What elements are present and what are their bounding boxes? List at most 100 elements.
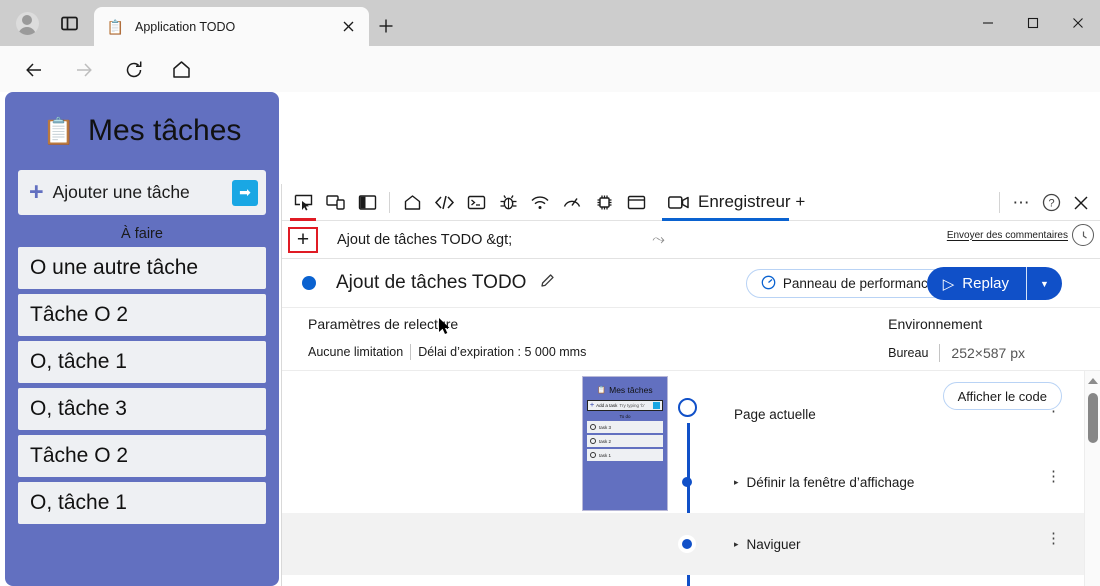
video-camera-icon [668,195,689,209]
new-tab-button[interactable] [374,14,398,38]
expand-triangle-icon[interactable]: ▸ [734,539,739,550]
step-label: Page actuelle [734,407,816,422]
toolbar-divider [389,191,390,213]
add-task-input-row[interactable]: + Ajouter une tâche ➡ [18,170,266,215]
elements-code-icon[interactable] [428,187,460,217]
replay-settings-title: Paramètres de relecture [308,316,459,332]
profile-button[interactable] [10,8,44,38]
minimize-button[interactable] [965,0,1010,46]
export-arrow-icon[interactable]: ⤳ [652,231,665,249]
plus-icon: + [590,402,595,409]
value-divider [939,344,941,362]
thumbnail-list-item: task 1 [587,449,663,461]
step-menu-icon[interactable]: ⋮ [1046,531,1061,546]
sources-debug-bug-icon[interactable] [492,187,524,217]
scroll-up-arrow-icon[interactable] [1085,373,1100,389]
list-item[interactable]: O, tâche 1 [18,341,266,383]
edit-pencil-icon[interactable] [539,272,556,294]
environment-values: Bureau 252×587 px [888,344,1025,362]
thumbnail-item-label: task 2 [599,438,612,444]
thumbnail-item-label: task 1 [599,452,612,458]
replay-dropdown-button[interactable]: ▼ [1027,267,1062,300]
memory-chip-icon[interactable] [588,187,620,217]
environment-viewport-size: 252×587 px [951,345,1025,361]
performance-panel-label: Panneau de performances [782,276,942,291]
device-emulation-icon[interactable] [319,187,351,217]
replay-button-group: ▷ Replay ▼ [926,267,1062,300]
table-row[interactable]: ▸ Naviguer ⋮ [282,513,1100,575]
home-icon[interactable] [168,56,195,83]
thumbnail-go-icon [653,402,660,409]
list-item[interactable]: O, tâche 3 [18,388,266,430]
thumbnail-title: Mes tâches [609,385,653,395]
steps-scrollbar[interactable] [1084,371,1100,586]
list-item[interactable]: Tâche O 2 [18,294,266,336]
dock-side-icon[interactable] [351,187,383,217]
recording-title: Ajout de tâches TODO [336,272,527,293]
replay-settings-group: Paramètres de relecture Aucune limitatio… [308,316,586,360]
thumbnail-list-item: task 3 [587,421,663,433]
welcome-home-icon[interactable] [396,187,428,217]
add-recording-button[interactable]: + [288,226,318,253]
thumbnail-add-label: Add a task [596,403,618,408]
checkbox-circle-icon [590,424,596,430]
list-item[interactable]: Tâche O 2 [18,435,266,477]
performance-panel-button[interactable]: Panneau de performances [745,269,957,298]
back-icon[interactable] [20,56,47,83]
devtools-toolbar: Enregistreur + ⋯ ? [282,184,1100,221]
close-window-button[interactable] [1055,0,1100,46]
tab-actions-icon[interactable] [55,10,83,36]
step-menu-icon[interactable]: ⋮ [1046,469,1061,484]
browser-tab[interactable]: 📋 Application TODO [94,7,369,46]
scrollbar-thumb[interactable] [1088,393,1098,443]
expand-triangle-icon[interactable]: ▸ [734,477,739,488]
performance-gauge-icon[interactable] [556,187,588,217]
environment-title: Environnement [888,316,983,332]
breadcrumb: Ajout de tâches TODO &gt; [337,231,513,248]
replay-label: Replay [962,275,1009,292]
table-row[interactable]: ▸ Définir la fenêtre d’affichage ⋮ [282,451,1100,513]
throttling-value[interactable]: Aucune limitation [308,345,403,359]
step-screenshot-thumbnail[interactable]: 📋 Mes tâches + Add a task Try typing ‘b’… [582,376,668,511]
todo-header: 📋 Mes tâches [5,92,279,148]
devtools-more-icon[interactable]: ⋯ [1006,188,1036,218]
submit-task-arrow-icon[interactable]: ➡ [232,179,258,206]
reload-icon[interactable] [120,56,147,83]
browser-window: 📋 Application TODO 📋 Mes tâches + Ajoute… [0,0,1100,586]
replay-button[interactable]: ▷ Replay [926,267,1026,300]
clipboard-icon: 📋 [106,18,125,35]
list-item[interactable]: O une autre tâche [18,247,266,289]
recording-header: Ajout de tâches TODO Panneau de performa… [282,259,1100,308]
show-code-button[interactable]: Afficher le code [942,382,1062,410]
step-node-dot-active [682,539,692,549]
network-wifi-icon[interactable] [524,187,556,217]
tab-recorder[interactable]: Enregistreur + [662,184,811,221]
devtools-toolbar-right: ⋯ ? [999,184,1096,221]
console-icon[interactable] [460,187,492,217]
send-feedback[interactable]: Envoyer des commentaires [947,224,1094,246]
maximize-button[interactable] [1010,0,1055,46]
step-label: Définir la fenêtre d’affichage [746,475,915,490]
avatar [15,11,39,35]
thumbnail-header: 📋 Mes tâches [583,385,667,395]
recording-status-dot [302,276,316,290]
timeout-value[interactable]: Délai d’expiration : 5 000 mms [418,345,586,359]
toolbar-divider [999,192,1000,213]
list-item[interactable]: O, tâche 1 [18,482,266,524]
send-feedback-label: Envoyer des commentaires [946,229,1068,241]
thumbnail-list-item: task 2 [587,435,663,447]
feedback-icon[interactable] [1072,224,1094,246]
tab-title: Application TODO [135,19,236,34]
checkbox-circle-icon [590,438,596,444]
step-node-dot [682,477,692,487]
close-tab-icon[interactable] [340,18,357,35]
step-row-content: ▸ Définir la fenêtre d’affichage [734,475,914,490]
close-devtools-icon[interactable] [1066,188,1096,218]
step-label: Naviguer [746,537,801,552]
application-panel-icon[interactable] [620,187,652,217]
step-node-hollow [678,398,697,417]
add-task-input[interactable]: Ajouter une tâche [53,182,232,203]
help-icon[interactable]: ? [1036,188,1066,218]
inspect-element-icon[interactable] [287,187,319,221]
forward-icon[interactable] [70,56,97,83]
